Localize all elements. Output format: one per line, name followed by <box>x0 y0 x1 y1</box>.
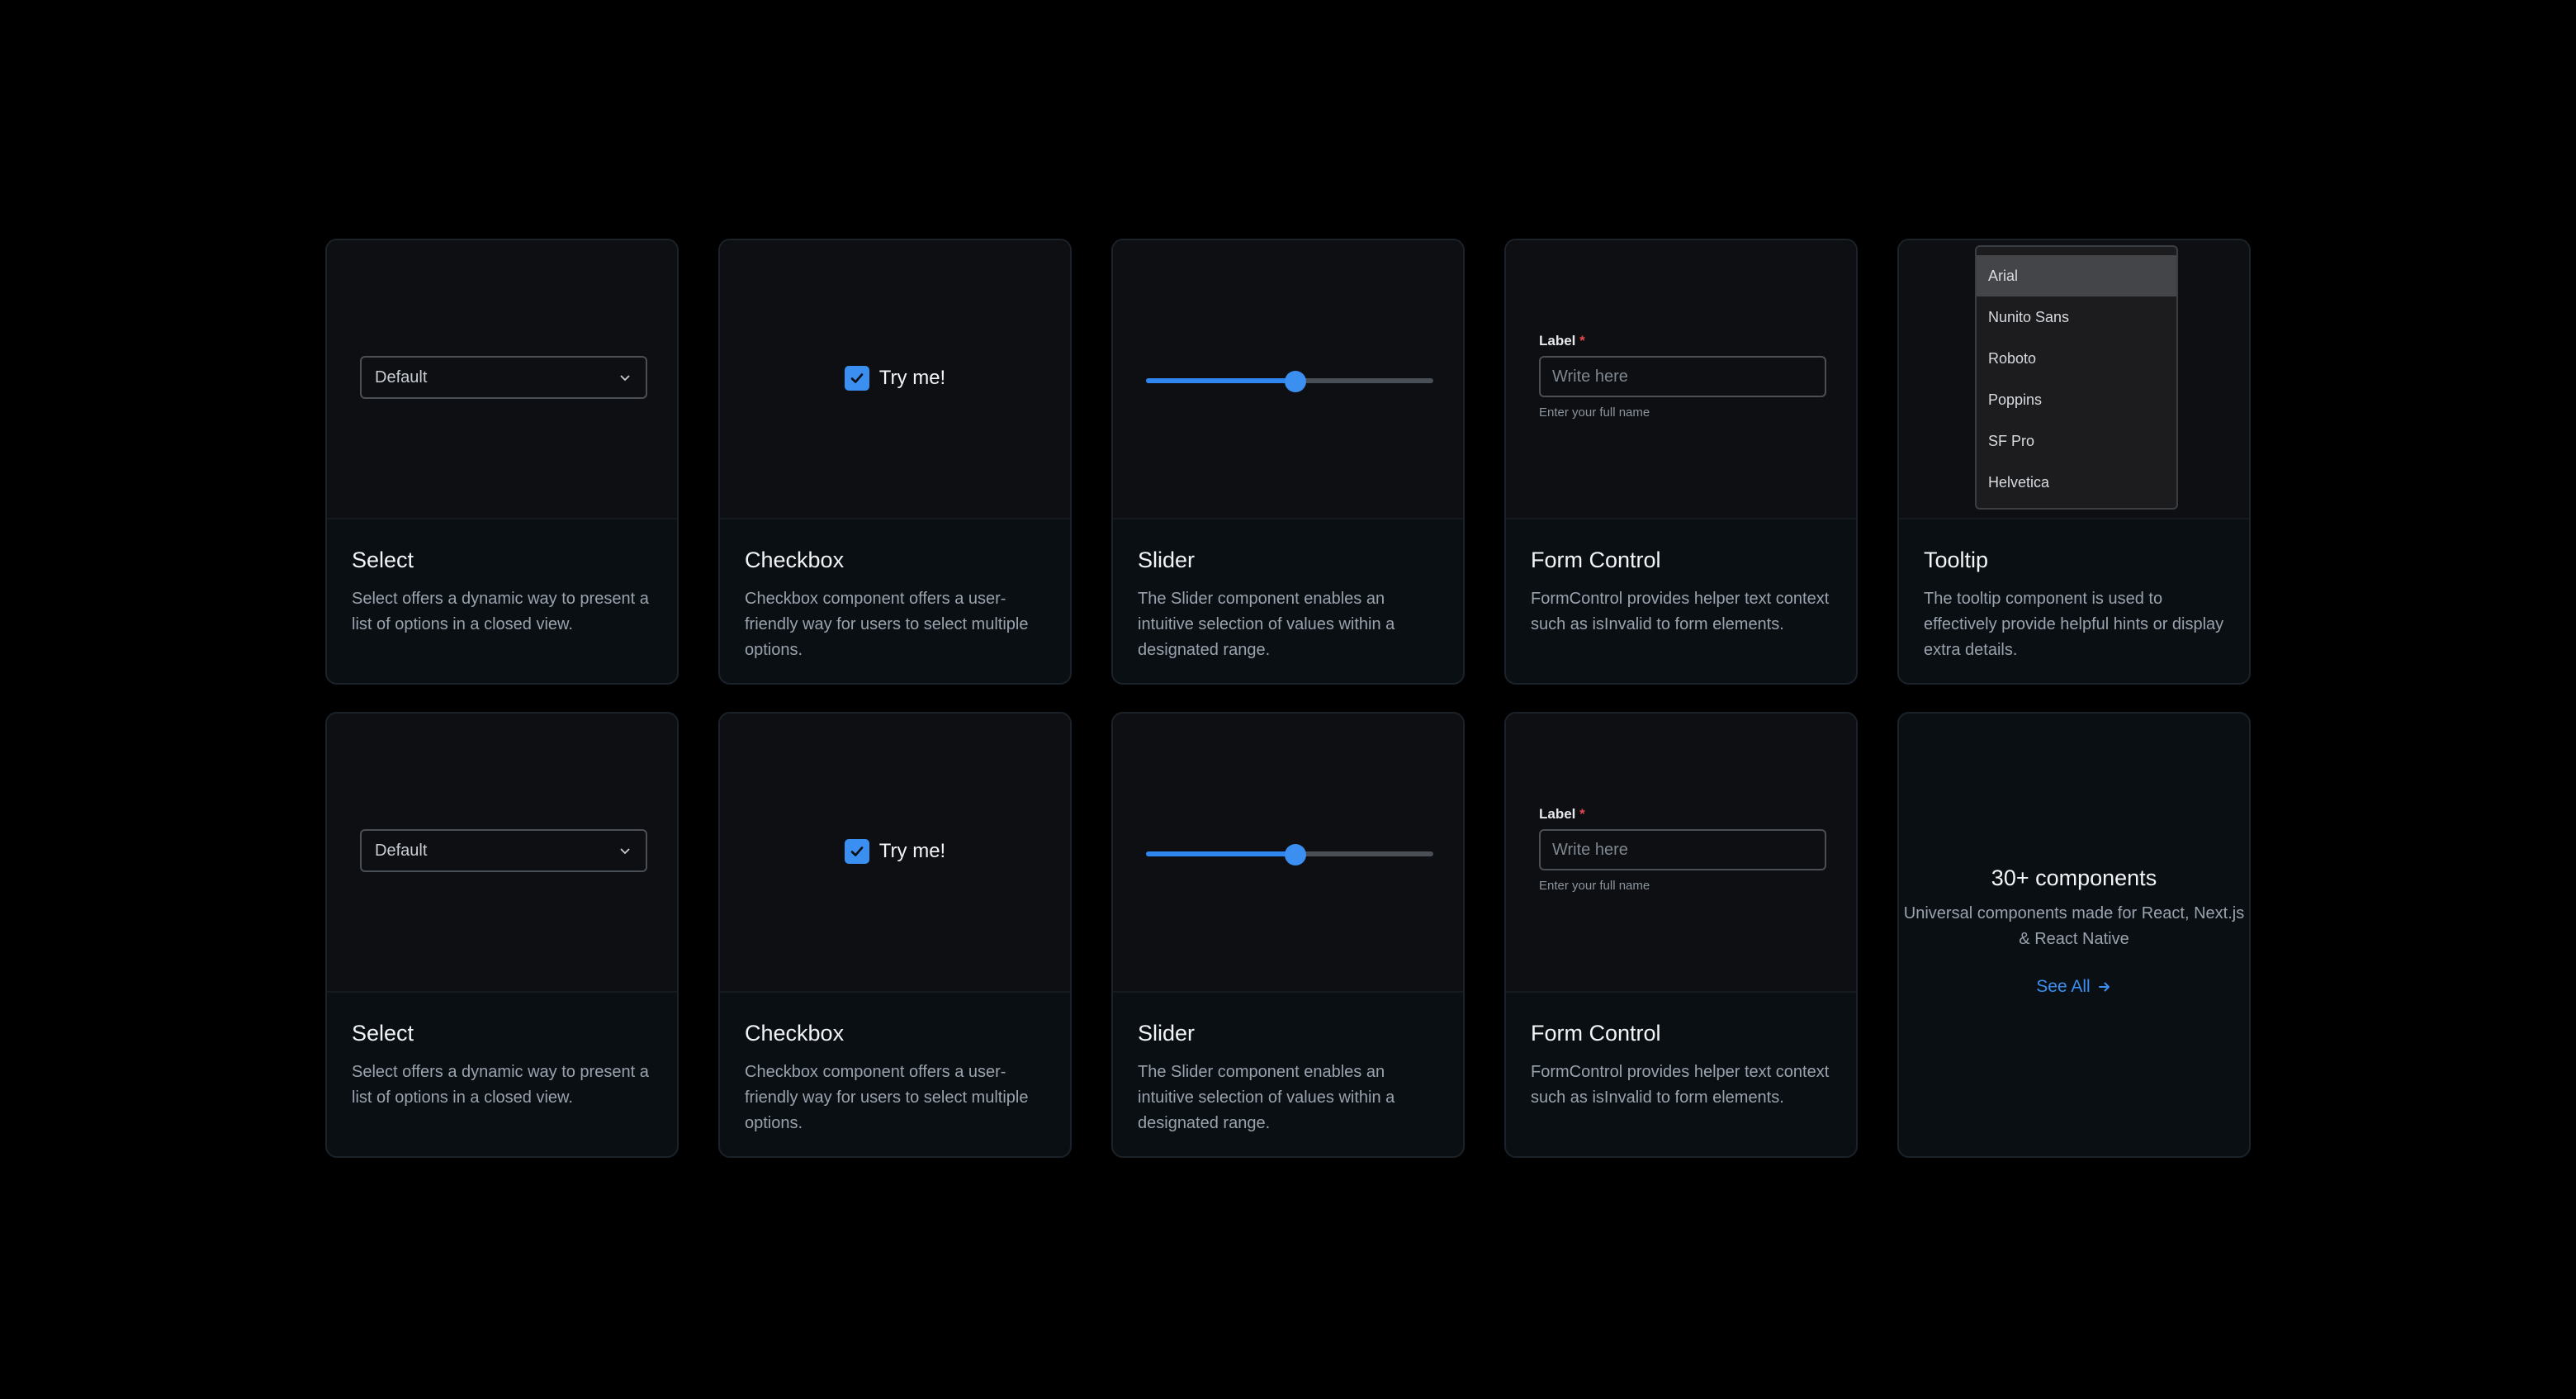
checkbox-label[interactable]: Try me! <box>879 367 945 390</box>
checkbox-preview: Try me! <box>720 240 1070 519</box>
menu-item-poppins[interactable]: Poppins <box>1977 379 2176 420</box>
card-title: Select <box>352 548 414 572</box>
see-all-label: See All <box>2036 977 2091 996</box>
card-description: The Slider component enables an intuitiv… <box>1138 590 1395 659</box>
card-description: FormControl provides helper text context… <box>1531 1063 1830 1107</box>
required-mark: * <box>1579 333 1585 349</box>
helper-text: Enter your full name <box>1539 879 1650 893</box>
card-title: Form Control <box>1531 1021 1661 1046</box>
card-title: Tooltip <box>1924 548 1989 572</box>
form-control: Label * Enter your full name <box>1539 806 1826 893</box>
select-dropdown[interactable]: Default <box>360 356 647 399</box>
field-label-text: Label <box>1539 806 1576 822</box>
name-input[interactable] <box>1539 829 1826 870</box>
form-control-preview: Label * Enter your full name <box>1506 240 1856 519</box>
card-description: The Slider component enables an intuitiv… <box>1138 1063 1395 1132</box>
checkbox-label[interactable]: Try me! <box>879 840 945 863</box>
tooltip-preview: Arial Nunito Sans Roboto Poppins SF Pro … <box>1899 240 2249 519</box>
slider-preview <box>1113 714 1463 993</box>
tooltip-card: Arial Nunito Sans Roboto Poppins SF Pro … <box>1897 239 2251 685</box>
form-control: Label * Enter your full name <box>1539 333 1826 420</box>
menu-item-helvetica[interactable]: Helvetica <box>1977 462 2176 503</box>
form-control-card: Label * Enter your full name Form Contro… <box>1504 239 1858 685</box>
select-card: Default Select Select offers a dynamic w… <box>325 239 679 685</box>
components-cta-card: 30+ components Universal components made… <box>1897 712 2251 1158</box>
card-title: Select <box>352 1021 414 1046</box>
check-icon <box>850 847 864 856</box>
card-description: Select offers a dynamic way to present a… <box>352 590 649 633</box>
select-preview: Default <box>327 714 677 993</box>
card-title: Checkbox <box>745 1021 845 1046</box>
select-card: Default Select Select offers a dynamic w… <box>325 712 679 1158</box>
select-preview: Default <box>327 240 677 519</box>
menu-item-arial[interactable]: Arial <box>1977 255 2176 296</box>
card-title: Slider <box>1138 1021 1196 1046</box>
chevron-down-icon <box>620 848 630 855</box>
see-all-link[interactable]: See All <box>2036 977 2111 997</box>
slider-preview <box>1113 240 1463 519</box>
slider-card: Slider The Slider component enables an i… <box>1111 712 1465 1158</box>
menu-item-nunito-sans[interactable]: Nunito Sans <box>1977 296 2176 338</box>
checkbox[interactable] <box>844 839 869 864</box>
slider[interactable] <box>1146 371 1433 392</box>
card-description: FormControl provides helper text context… <box>1531 590 1830 633</box>
cta-title: 30+ components <box>1991 865 2157 890</box>
select-dropdown[interactable]: Default <box>360 829 647 872</box>
card-title: Form Control <box>1531 548 1661 572</box>
card-description: Checkbox component offers a user-friendl… <box>745 590 1029 659</box>
select-value: Default <box>375 841 428 860</box>
form-control-preview: Label * Enter your full name <box>1506 714 1856 993</box>
field-label: Label * <box>1539 333 1826 349</box>
field-label-text: Label <box>1539 333 1576 349</box>
checkbox-control[interactable]: Try me! <box>720 364 1070 392</box>
checkbox-card: Try me! Checkbox Checkbox component offe… <box>718 239 1072 685</box>
slider-filled-track <box>1146 378 1295 383</box>
slider-thumb[interactable] <box>1284 371 1306 392</box>
menu-item-roboto[interactable]: Roboto <box>1977 338 2176 379</box>
slider[interactable] <box>1146 844 1433 865</box>
check-icon <box>850 373 864 383</box>
chevron-down-icon <box>620 375 630 382</box>
slider-thumb[interactable] <box>1284 844 1306 865</box>
select-value: Default <box>375 368 428 387</box>
name-input[interactable] <box>1539 356 1826 397</box>
card-description: The tooltip component is used to effecti… <box>1924 590 2224 659</box>
form-control-card: Label * Enter your full name Form Contro… <box>1504 712 1858 1158</box>
arrow-right-icon <box>2098 982 2110 992</box>
cta-content: 30+ components Universal components made… <box>1899 865 2249 997</box>
slider-card: Slider The Slider component enables an i… <box>1111 239 1465 685</box>
card-description: Checkbox component offers a user-friendl… <box>745 1063 1029 1132</box>
required-mark: * <box>1579 806 1585 822</box>
checkbox[interactable] <box>844 366 869 391</box>
checkbox-preview: Try me! <box>720 714 1070 993</box>
helper-text: Enter your full name <box>1539 405 1650 420</box>
checkbox-card: Try me! Checkbox Checkbox component offe… <box>718 712 1072 1158</box>
cta-description: Universal components made for React, Nex… <box>1903 904 2245 948</box>
card-title: Slider <box>1138 548 1196 572</box>
card-description: Select offers a dynamic way to present a… <box>352 1063 649 1107</box>
slider-filled-track <box>1146 851 1295 856</box>
font-options-menu: Arial Nunito Sans Roboto Poppins SF Pro … <box>1975 245 2178 510</box>
menu-item-sf-pro[interactable]: SF Pro <box>1977 420 2176 462</box>
field-label: Label * <box>1539 806 1826 823</box>
checkbox-control[interactable]: Try me! <box>720 837 1070 865</box>
card-title: Checkbox <box>745 548 845 572</box>
